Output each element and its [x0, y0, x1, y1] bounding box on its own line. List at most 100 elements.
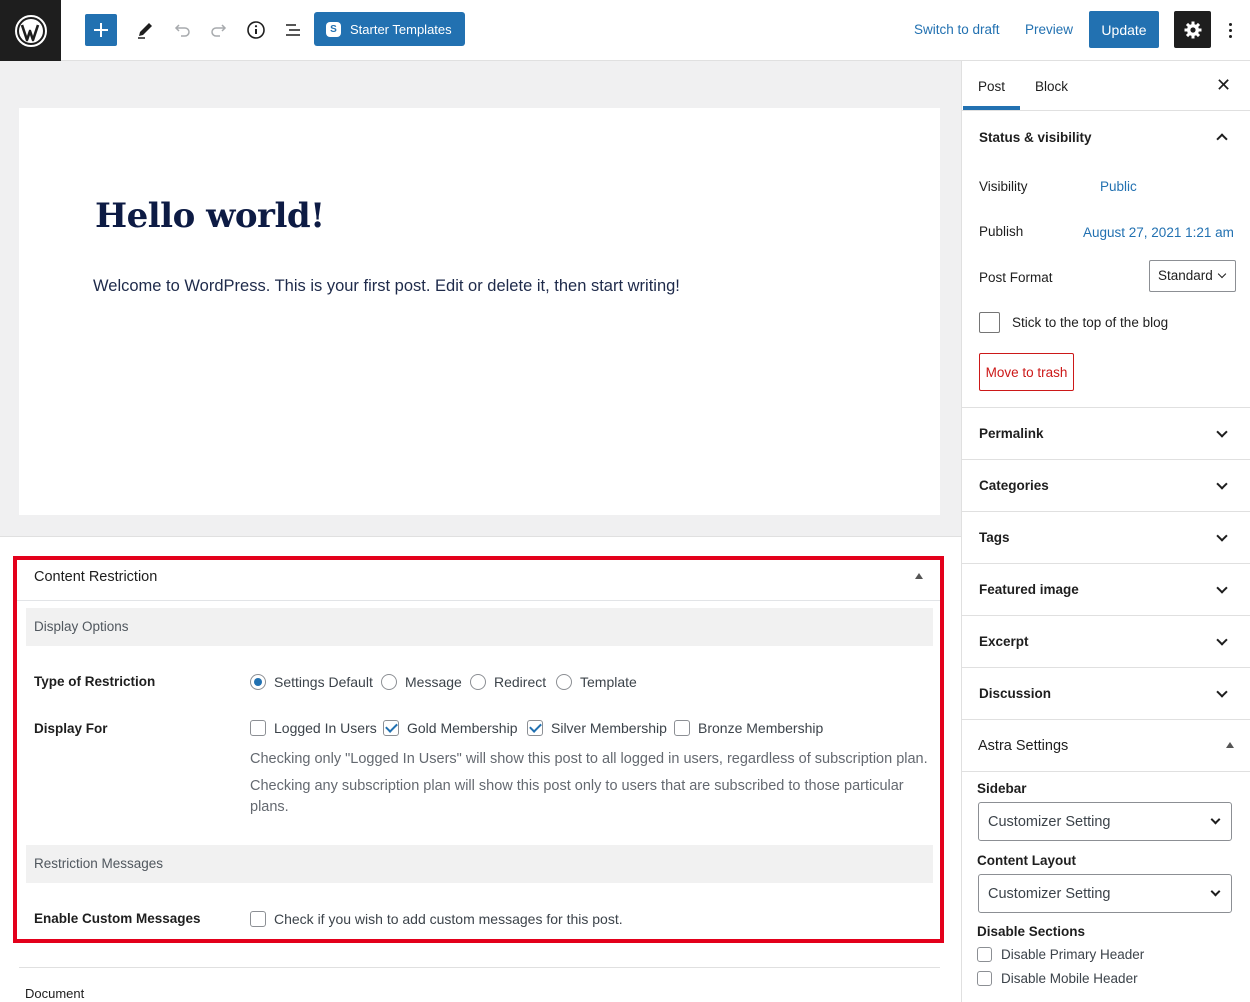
panel-label: Permalink: [979, 426, 1044, 441]
chevron-down-icon: [1216, 530, 1228, 542]
collapse-toggle-icon[interactable]: [915, 573, 923, 579]
panel-featured-image[interactable]: Featured image: [962, 564, 1250, 616]
panel-excerpt[interactable]: Excerpt: [962, 616, 1250, 668]
post-paragraph[interactable]: Welcome to WordPress. This is your first…: [93, 277, 680, 296]
panel-discussion[interactable]: Discussion: [962, 668, 1250, 720]
wordpress-logo-icon[interactable]: [0, 0, 61, 61]
editor-toolbar: S Starter Templates Switch to draft Prev…: [0, 0, 1250, 61]
info-icon[interactable]: [240, 14, 272, 46]
settings-gear-button[interactable]: [1174, 11, 1211, 48]
status-visibility-panel: Status & visibility Visibility Public Pu…: [962, 111, 1250, 408]
radio-label: Template: [580, 674, 637, 690]
chevron-down-icon: [1210, 814, 1221, 825]
post-format-value: Standard: [1158, 268, 1213, 283]
undo-icon[interactable]: [166, 14, 198, 46]
radio-input[interactable]: [250, 674, 266, 690]
checkbox-input[interactable]: [527, 720, 543, 736]
publish-date-value[interactable]: August 27, 2021 1:21 am: [1083, 225, 1234, 240]
visibility-value[interactable]: Public: [1100, 179, 1137, 194]
panel-label: Categories: [979, 478, 1049, 493]
status-visibility-heading[interactable]: Status & visibility: [979, 130, 1092, 145]
pencil-tools-icon[interactable]: [129, 14, 161, 46]
checkbox-input[interactable]: [979, 312, 1000, 333]
content-restriction-header[interactable]: Content Restriction: [17, 560, 940, 601]
disable-primary-header-checkbox[interactable]: Disable Primary Header: [977, 947, 1144, 962]
radio-label: Redirect: [494, 674, 547, 690]
starter-templates-button[interactable]: S Starter Templates: [314, 12, 465, 46]
radio-input[interactable]: [556, 674, 572, 690]
publish-label: Publish: [979, 224, 1024, 239]
visibility-label: Visibility: [979, 179, 1028, 194]
checkbox-logged-in-users[interactable]: Logged In Users: [250, 720, 377, 736]
radio-input[interactable]: [470, 674, 486, 690]
checkbox-input[interactable]: [674, 720, 690, 736]
restriction-messages-section: Restriction Messages: [26, 845, 933, 883]
checkbox-input[interactable]: [250, 720, 266, 736]
sidebar-layout-select[interactable]: Customizer Setting: [978, 802, 1232, 841]
collapse-toggle-icon[interactable]: [1226, 742, 1234, 748]
chevron-down-icon: [1216, 426, 1228, 438]
gear-icon: [1184, 21, 1201, 38]
sticky-checkbox[interactable]: Stick to the top of the blog: [979, 312, 1168, 333]
checkbox-label: Bronze Membership: [698, 720, 824, 736]
switch-to-draft-link[interactable]: Switch to draft: [914, 22, 1000, 37]
tab-post[interactable]: Post: [978, 79, 1005, 94]
panel-label: Featured image: [979, 582, 1079, 597]
close-icon[interactable]: ✕: [1216, 75, 1231, 96]
settings-sidebar: Post Block ✕ Status & visibility Visibil…: [961, 61, 1250, 1002]
checkbox-bronze-membership[interactable]: Bronze Membership: [674, 720, 823, 736]
update-button[interactable]: Update: [1089, 11, 1159, 48]
panel-label: Excerpt: [979, 634, 1029, 649]
chevron-down-icon: [1216, 634, 1228, 646]
astra-settings-header[interactable]: Astra Settings: [962, 720, 1250, 772]
radio-input[interactable]: [381, 674, 397, 690]
type-of-restriction-label: Type of Restriction: [34, 674, 156, 689]
post-canvas: Hello world! Welcome to WordPress. This …: [19, 108, 940, 515]
post-title[interactable]: Hello world!: [95, 196, 325, 236]
redo-icon[interactable]: [203, 14, 235, 46]
breadcrumb[interactable]: Document: [25, 986, 84, 1001]
sidebar-tabs: Post Block ✕: [962, 61, 1250, 111]
tab-block[interactable]: Block: [1035, 79, 1068, 94]
chevron-down-icon: [1210, 886, 1221, 897]
add-block-button[interactable]: [85, 14, 117, 46]
radio-settings-default[interactable]: Settings Default: [250, 674, 373, 690]
content-restriction-metabox: Content Restriction Display Options Type…: [13, 556, 944, 943]
display-options-heading: Display Options: [34, 619, 129, 634]
post-format-select[interactable]: Standard: [1149, 260, 1236, 292]
more-options-icon[interactable]: [1222, 16, 1238, 44]
checkbox-silver-membership[interactable]: Silver Membership: [527, 720, 667, 736]
panel-tags[interactable]: Tags: [962, 512, 1250, 564]
checkbox-label: Disable Primary Header: [1001, 947, 1145, 962]
sidebar-setting-label: Sidebar: [977, 781, 1027, 796]
chevron-up-icon[interactable]: [1216, 133, 1228, 145]
radio-label: Message: [405, 674, 462, 690]
radio-redirect[interactable]: Redirect: [470, 674, 546, 690]
radio-message[interactable]: Message: [381, 674, 462, 690]
editor-area: Hello world! Welcome to WordPress. This …: [0, 61, 961, 1002]
radio-template[interactable]: Template: [556, 674, 637, 690]
checkbox-input[interactable]: [250, 911, 266, 927]
checkbox-input[interactable]: [977, 971, 992, 986]
checkbox-input[interactable]: [383, 720, 399, 736]
active-tab-indicator: [963, 106, 1020, 110]
starter-templates-icon: S: [326, 21, 341, 37]
display-for-description-2: Checking any subscription plan will show…: [250, 778, 904, 815]
panel-label: Tags: [979, 530, 1010, 545]
checkbox-gold-membership[interactable]: Gold Membership: [383, 720, 518, 736]
disable-mobile-header-checkbox[interactable]: Disable Mobile Header: [977, 971, 1138, 986]
footer-divider: [19, 967, 940, 968]
list-view-icon[interactable]: [277, 14, 309, 46]
display-options-section: Display Options: [26, 608, 933, 646]
panel-permalink[interactable]: Permalink: [962, 408, 1250, 460]
preview-link[interactable]: Preview: [1025, 22, 1073, 37]
checkbox-label: Check if you wish to add custom messages…: [274, 911, 623, 927]
checkbox-input[interactable]: [977, 947, 992, 962]
content-layout-select[interactable]: Customizer Setting: [978, 874, 1232, 913]
panel-categories[interactable]: Categories: [962, 460, 1250, 512]
chevron-down-icon: [1216, 478, 1228, 490]
content-layout-value: Customizer Setting: [988, 886, 1111, 902]
sidebar-layout-value: Customizer Setting: [988, 814, 1111, 830]
move-to-trash-button[interactable]: Move to trash: [979, 353, 1074, 391]
checkbox-custom-messages[interactable]: Check if you wish to add custom messages…: [250, 911, 623, 927]
